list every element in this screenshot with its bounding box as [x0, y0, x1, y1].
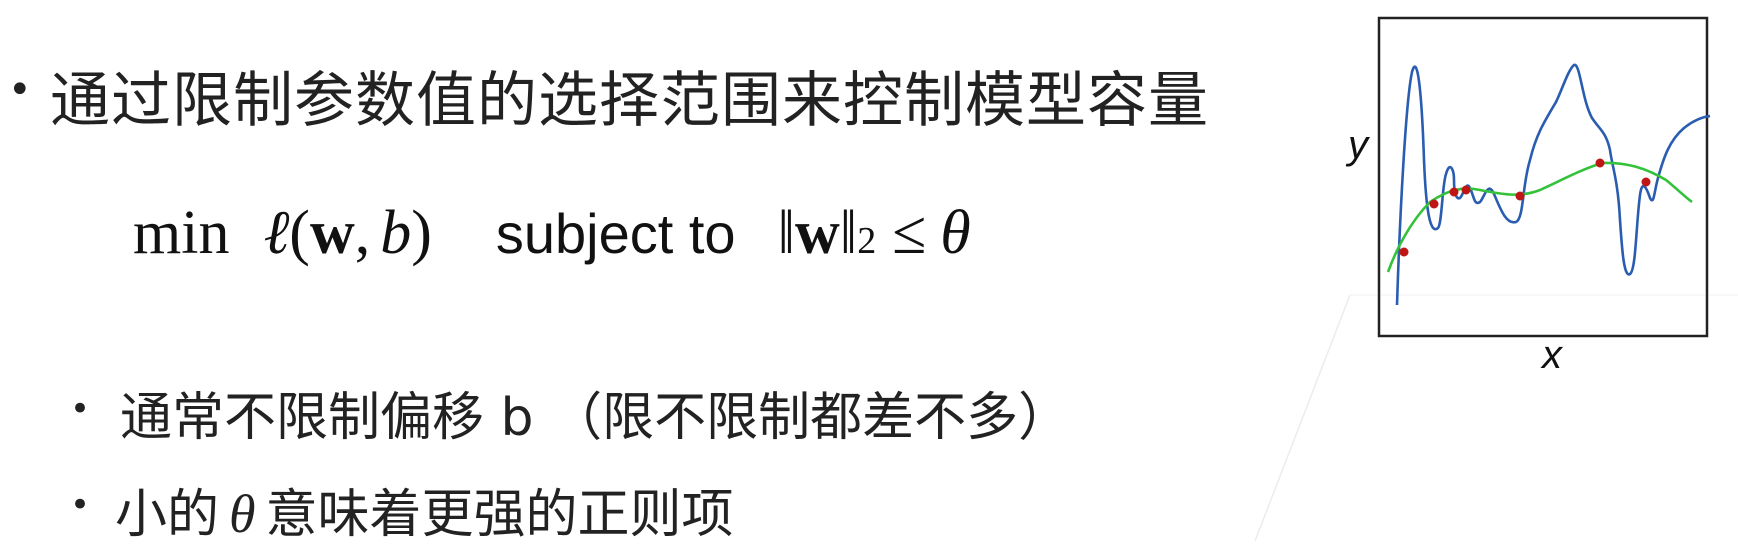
formula-comma: , — [354, 199, 371, 267]
sub-bullet-2-suffix: 意味着更强的正则项 — [265, 485, 734, 545]
overfit-regularization-figure: y x — [1345, 16, 1711, 377]
formula-b: b — [380, 199, 412, 267]
data-point — [1641, 177, 1651, 187]
y-axis-label: y — [1345, 123, 1371, 167]
formula-subject-to: subject to — [495, 202, 736, 265]
formula-norm-open: ‖ — [777, 199, 795, 267]
data-point — [1515, 191, 1525, 201]
x-axis-label: x — [1540, 333, 1564, 377]
sub-bullet-2-prefix: 小的 — [115, 485, 220, 545]
formula-norm-w: w — [795, 199, 840, 267]
data-point — [1429, 199, 1439, 209]
formula-norm-close: ‖ — [839, 199, 858, 267]
sub-bullet-dot-2: • — [70, 485, 91, 525]
formula-leq: ≤ — [892, 199, 927, 267]
data-point — [1595, 158, 1605, 168]
main-bullet-text: 通过限制参数值的选择范围来控制模型容量 — [50, 66, 1209, 136]
data-point — [1461, 185, 1471, 195]
formula-exponent: 2 — [857, 220, 877, 262]
sub-bullet-2-theta: θ — [229, 484, 256, 544]
main-bullet-dot: • — [8, 67, 32, 113]
constraint-formula: min ℓ ( w , b ) subject to ‖ w ‖ 2 ≤ θ — [133, 198, 971, 278]
data-point — [1449, 187, 1459, 197]
sub-bullet-text-1: 通常不限制偏移 b （限不限制都差不多） — [120, 388, 1071, 448]
sub-bullet-dot-1: • — [70, 389, 91, 429]
data-points — [1399, 158, 1651, 257]
formula-close-paren: ) — [411, 199, 432, 267]
formula-w: w — [309, 199, 355, 267]
formula-theta: θ — [940, 199, 971, 267]
formula-loss-symbol: ℓ — [263, 199, 290, 267]
data-point — [1399, 247, 1409, 257]
sub-bullet-text-2: 小的 θ 意味着更强的正则项 — [115, 472, 734, 547]
formula-min: min — [133, 199, 230, 267]
formula-open-paren: ( — [289, 199, 310, 267]
